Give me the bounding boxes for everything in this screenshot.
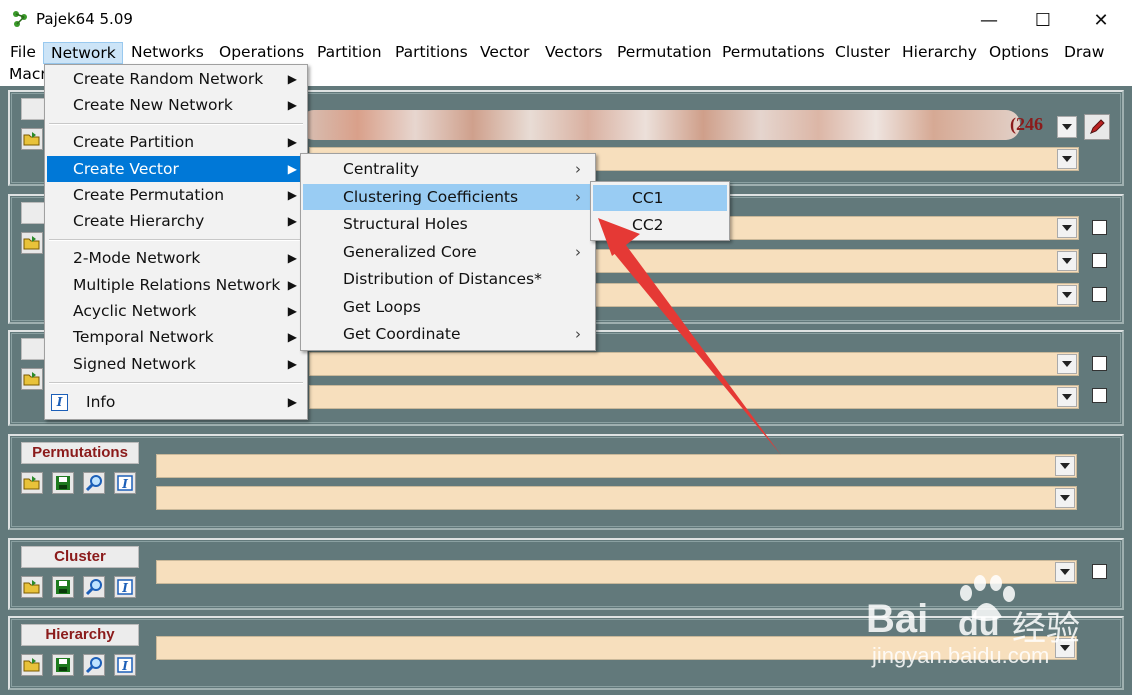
watermark-brand: Bai [866, 597, 929, 641]
watermark-brand-2: du [958, 605, 1000, 643]
baidu-watermark: Bai du 经验 jingyan.baidu.com [866, 575, 1126, 690]
watermark-url: jingyan.baidu.com [872, 643, 1050, 668]
